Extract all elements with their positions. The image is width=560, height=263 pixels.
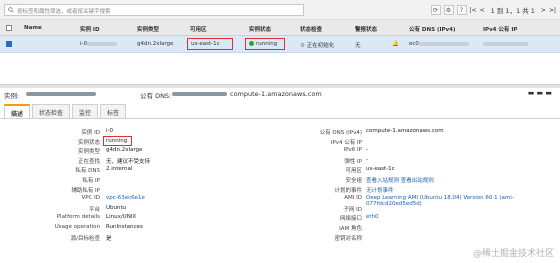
search-placeholder: 按标签和属性筛选，或者按关键字搜索: [17, 9, 111, 15]
last-page-icon[interactable]: >|: [549, 7, 556, 14]
col-instance-type[interactable]: 实例类型: [137, 25, 159, 33]
first-page-icon[interactable]: |<: [470, 7, 477, 14]
row-alarm: 无: [355, 43, 361, 49]
left-field-value: 无，建议不受支持: [106, 158, 151, 165]
right-field-value: Deep Learning AMI (Ubuntu 18.04) Version…: [366, 195, 514, 208]
col-name[interactable]: Name: [24, 25, 42, 31]
search-icon: [8, 7, 14, 13]
left-field-key: 私有 IP: [82, 178, 100, 184]
col-public-ip[interactable]: IPv4 公有 IP: [483, 25, 517, 33]
row-zone: us-east-1c: [191, 41, 220, 47]
row-instance-type: g4dn.2xlarge: [137, 41, 174, 47]
left-field-value: 是: [106, 235, 112, 242]
col-zone[interactable]: 可用区: [190, 25, 207, 33]
right-field-key: AMI ID: [344, 195, 362, 202]
state-value-highlight: [103, 136, 132, 146]
left-field-value: g4dn.2xlarge: [106, 147, 143, 154]
left-field-value: RunInstances: [106, 224, 143, 230]
public-dns-value: compute-1.amazonaws.com: [230, 90, 322, 98]
settings-icon[interactable]: ⚙: [443, 5, 454, 15]
right-field-key: 计划的事件: [334, 187, 362, 194]
right-field-value: -: [366, 147, 368, 154]
prev-page-icon[interactable]: <: [480, 7, 485, 14]
left-field-key: 实例 ID: [81, 130, 100, 136]
left-field-key: 私有 DNS: [75, 168, 100, 175]
alarm-bell-icon[interactable]: 🔔: [392, 41, 399, 47]
right-field-key: 弹性 IP: [344, 158, 362, 165]
tab-monitoring[interactable]: 监控: [72, 104, 99, 118]
col-instance-id[interactable]: 实例 ID: [80, 25, 100, 33]
col-instance-state[interactable]: 实例状态: [249, 25, 271, 33]
right-field-value: eth0: [366, 214, 379, 221]
col-public-dns[interactable]: 公有 DNS (IPv4): [409, 25, 455, 33]
left-field-value: Linux/UNIX: [106, 214, 137, 221]
right-field-key: IPv4 公有 IP: [330, 139, 362, 146]
row-status-check: ⚙ 正在初始化: [300, 43, 335, 49]
left-field-key: Platform details: [56, 214, 100, 221]
left-field-key: 实例状态: [77, 139, 100, 146]
panel-layout-icons[interactable]: ▬ ▬ ▬: [528, 89, 552, 97]
left-field-key: 平台: [88, 206, 100, 213]
tab-status-checks[interactable]: 状态检查: [32, 104, 71, 118]
running-status-icon: [249, 41, 254, 46]
right-field-value: 无计划事件: [366, 187, 394, 194]
left-field-key: 辅助私有 IP: [71, 187, 100, 194]
table-row[interactable]: i-0 g4dn.2xlarge us-east-1c running ⚙ 正在…: [0, 36, 560, 53]
right-field-key: 子网 ID: [343, 206, 362, 213]
select-all-checkbox[interactable]: [6, 25, 12, 31]
row-checkbox[interactable]: [6, 41, 12, 47]
right-field-key: 可用区: [345, 168, 362, 175]
refresh-icon[interactable]: ⟳: [430, 5, 441, 15]
watermark: @稀土掘金技术社区: [472, 249, 554, 259]
right-field-key: IPv6 IP: [343, 147, 362, 154]
next-page-icon[interactable]: >: [541, 7, 546, 14]
help-icon[interactable]: ?: [456, 5, 467, 15]
instance-label: 实例:: [4, 92, 20, 100]
left-field-key: 正在查找: [77, 158, 100, 165]
public-dns-label: 公有 DNS:: [140, 92, 172, 100]
row-state: running: [249, 41, 277, 47]
tab-tags[interactable]: 标签: [100, 104, 127, 118]
instance-detail-header: 实例: 公有 DNS: compute-1.amazonaws.com ▬ ▬ …: [0, 88, 560, 100]
filter-toolbar: 按标签和属性筛选，或者按关键字搜索 ⟳ ⚙ ? |< < 1 到 1，1 共 1…: [0, 0, 560, 20]
col-alarm[interactable]: 警报状态: [355, 25, 377, 33]
loading-icon: ⚙: [300, 43, 307, 49]
right-field-key: IAM 角色: [339, 226, 362, 232]
row-instance-id: i-0: [80, 41, 118, 47]
tab-underline: [0, 118, 560, 119]
right-field-key: 公有 DNS (IPv4): [319, 130, 362, 136]
pager-text: 1 到 1，1 共 1: [490, 7, 535, 15]
left-field-value: vpc-63ec6e1e: [106, 195, 145, 202]
right-field-value: us-east-1c: [366, 166, 395, 173]
row-public-ip: [483, 41, 528, 47]
right-field-value: 查看入站规则 查看出站规则: [366, 178, 434, 184]
right-field-key: 安全组: [345, 178, 362, 184]
left-field-value: 2.internal: [106, 166, 133, 173]
left-field-key: 源/目标检查: [70, 235, 100, 242]
toolbar-controls: ⟳ ⚙ ? |< < 1 到 1，1 共 1 > >|: [430, 5, 556, 15]
col-status-check[interactable]: 状态检查: [300, 25, 322, 33]
detail-tabs: 描述 状态检查 监控 标签: [4, 104, 128, 118]
right-field-value: -: [366, 156, 368, 163]
search-input[interactable]: 按标签和属性筛选，或者按关键字搜索: [4, 4, 304, 16]
tab-description[interactable]: 描述: [4, 104, 31, 118]
instances-table-header: Name 实例 ID 实例类型 可用区 实例状态 状态检查 警报状态 公有 DN…: [0, 20, 560, 36]
left-field-value: Ubuntu: [106, 204, 127, 211]
row-public-dns: ec0: [409, 41, 469, 47]
left-field-value: i-0: [106, 128, 114, 134]
left-field-key: Usage operation: [54, 224, 100, 230]
right-field-key: 网络接口: [339, 216, 362, 223]
left-field-key: VPC ID: [81, 195, 100, 202]
left-field-key: 实例类型: [77, 149, 100, 156]
right-field-key: 密钥对名称: [334, 235, 362, 242]
right-field-value: compute-1.amazonaws.com: [366, 128, 444, 134]
